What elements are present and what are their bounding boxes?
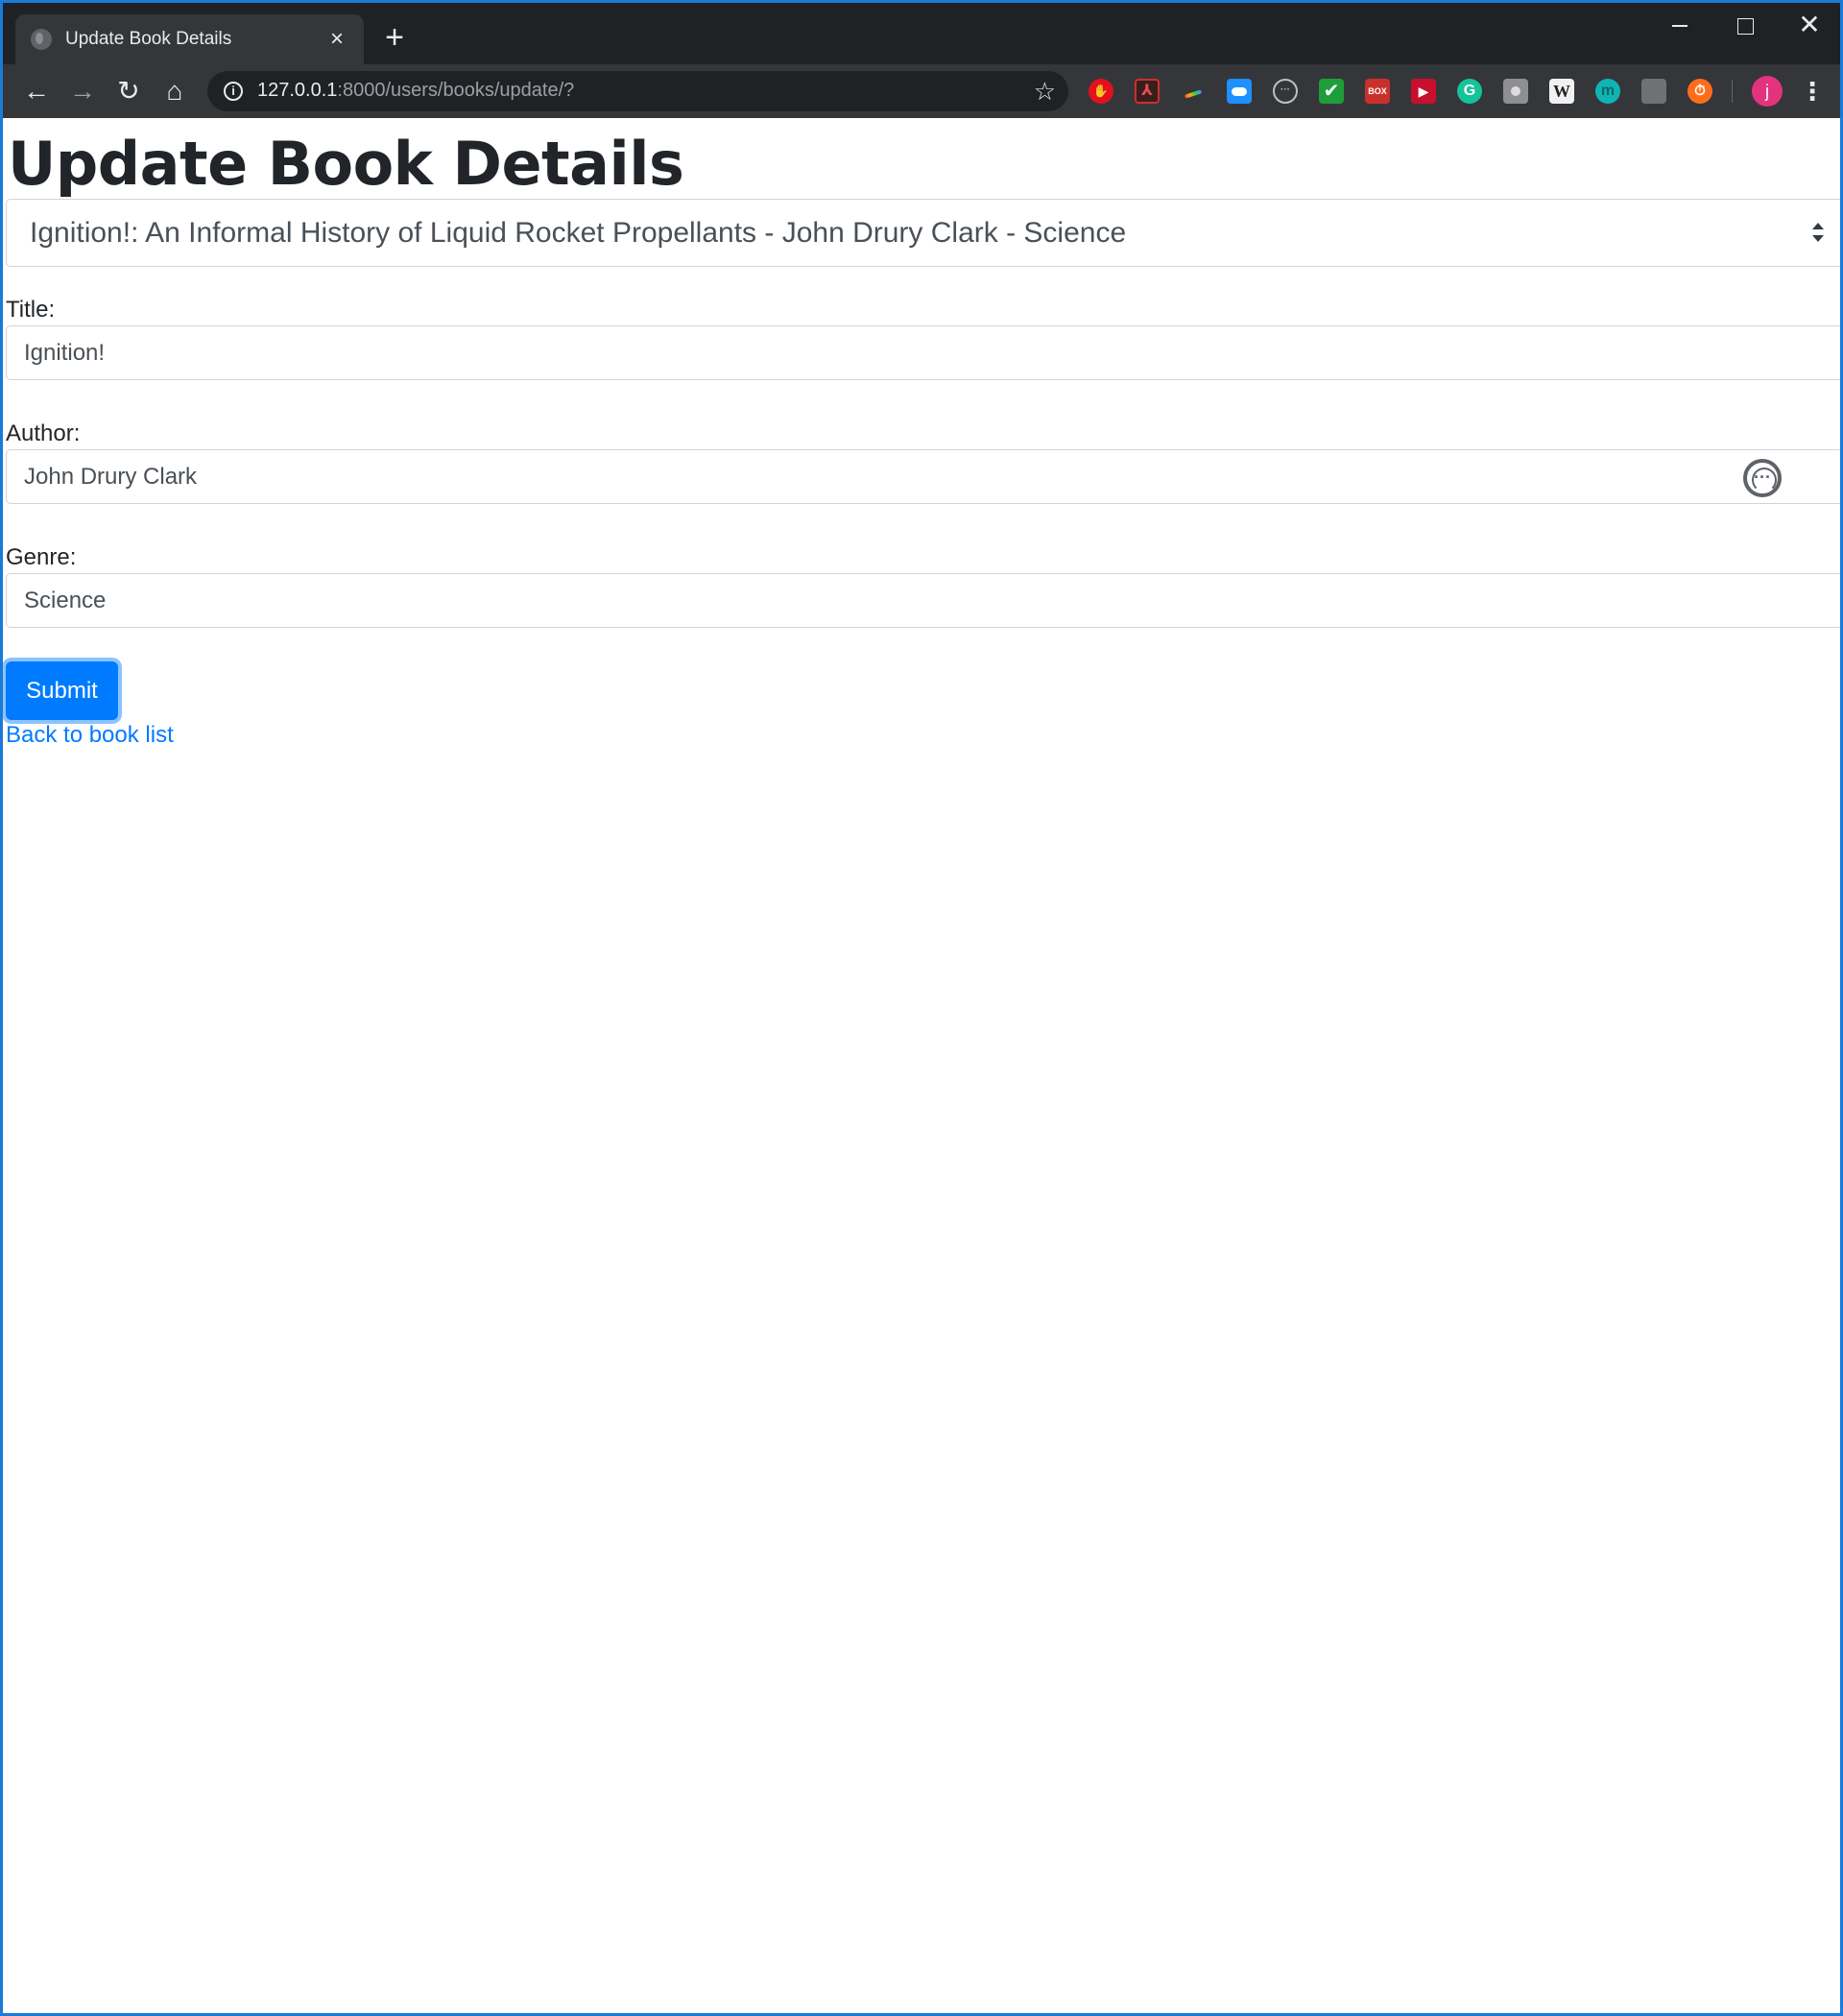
genre-input[interactable]: Science <box>6 573 1840 628</box>
back-button[interactable]: ← <box>19 74 54 108</box>
kebab-menu-icon[interactable]: ⋮ <box>1800 74 1825 108</box>
tab-title: Update Book Details <box>65 29 232 49</box>
wiki-icon[interactable]: W <box>1549 79 1574 104</box>
forward-button[interactable]: → <box>65 74 100 108</box>
title-input[interactable]: Ignition! <box>6 325 1840 380</box>
url-text[interactable]: 127.0.0.1:8000/users/books/update/? <box>257 80 574 102</box>
grammarly-icon[interactable]: G <box>1457 79 1482 104</box>
tab-close-icon[interactable]: × <box>325 28 348 51</box>
stop-icon[interactable]: ✋ <box>1089 79 1113 104</box>
book-select[interactable]: Ignition!: An Informal History of Liquid… <box>6 199 1840 267</box>
home-button[interactable]: ⌂ <box>157 74 192 108</box>
browser-window: Update Book Details × + ✕ ← → ↻ ⌂ i 127.… <box>0 0 1843 2016</box>
page-title: Update Book Details <box>8 129 684 199</box>
url-path: :8000/users/books/update/? <box>337 80 575 101</box>
cloud-icon[interactable] <box>1227 79 1252 104</box>
title-label: Title: <box>6 297 56 323</box>
timer-icon[interactable]: ⏱ <box>1687 79 1712 104</box>
back-to-book-list-link[interactable]: Back to book list <box>6 722 174 749</box>
maximize-button[interactable] <box>1715 9 1773 43</box>
url-host: 127.0.0.1 <box>257 80 338 101</box>
bookmark-star-icon[interactable]: ☆ <box>1034 77 1056 106</box>
red-box-icon[interactable]: BOX <box>1365 79 1390 104</box>
address-bar[interactable]: i 127.0.0.1:8000/users/books/update/? ☆ <box>207 71 1068 111</box>
author-input[interactable]: John Drury Clark <box>6 449 1840 504</box>
window-close-button[interactable]: ✕ <box>1781 9 1838 43</box>
site-info-icon[interactable]: i <box>224 82 243 101</box>
camera-icon[interactable] <box>1503 79 1528 104</box>
toolbar-divider <box>1732 80 1733 103</box>
browser-tab[interactable]: Update Book Details × <box>15 14 364 64</box>
genre-label: Genre: <box>6 544 77 570</box>
play-icon[interactable]: ▶ <box>1411 79 1436 104</box>
rainbow-icon[interactable] <box>1181 79 1206 104</box>
minimize-button[interactable] <box>1650 9 1708 43</box>
profile-avatar[interactable]: j <box>1752 76 1783 107</box>
new-tab-button[interactable]: + <box>378 21 411 55</box>
password-manager-icon[interactable] <box>1743 459 1782 497</box>
reload-button[interactable]: ↻ <box>111 74 146 108</box>
check-icon[interactable]: ✔ <box>1319 79 1344 104</box>
globe-icon <box>31 29 52 50</box>
ring-icon[interactable]: ··· <box>1273 79 1298 104</box>
book-select-value: Ignition!: An Informal History of Liquid… <box>30 217 1127 249</box>
pdf-icon[interactable]: ⅄ <box>1135 79 1160 104</box>
m-icon[interactable]: m <box>1595 79 1620 104</box>
title-bar: Update Book Details × + ✕ <box>3 3 1840 64</box>
select-arrows-icon <box>1811 223 1825 242</box>
browser-toolbar: ← → ↻ ⌂ i 127.0.0.1:8000/users/books/upd… <box>3 64 1840 118</box>
chart-icon[interactable] <box>1641 79 1666 104</box>
submit-button[interactable]: Submit <box>6 661 118 720</box>
author-label: Author: <box>6 420 81 446</box>
